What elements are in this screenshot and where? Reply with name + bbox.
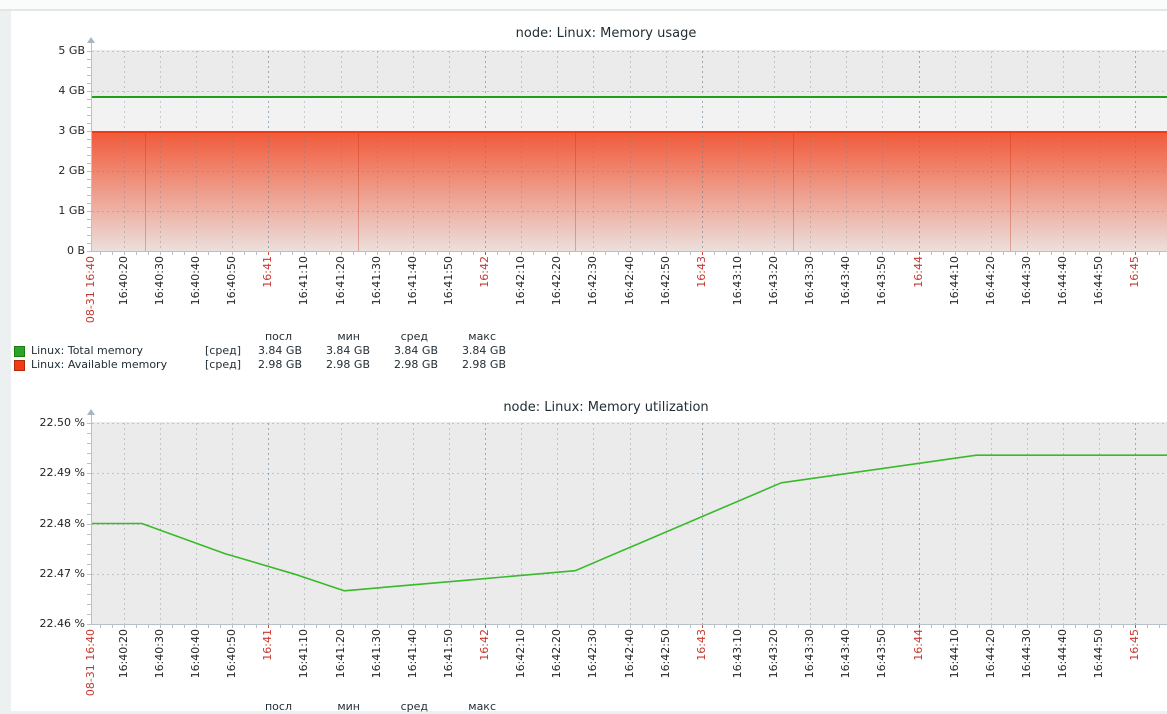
graph-widget — [11, 11, 1167, 711]
top-bar — [0, 0, 1167, 11]
graph-title-memory-utilization: node: Linux: Memory utilization — [11, 400, 1167, 415]
graph-title-memory-usage: node: Linux: Memory usage — [11, 26, 1167, 41]
